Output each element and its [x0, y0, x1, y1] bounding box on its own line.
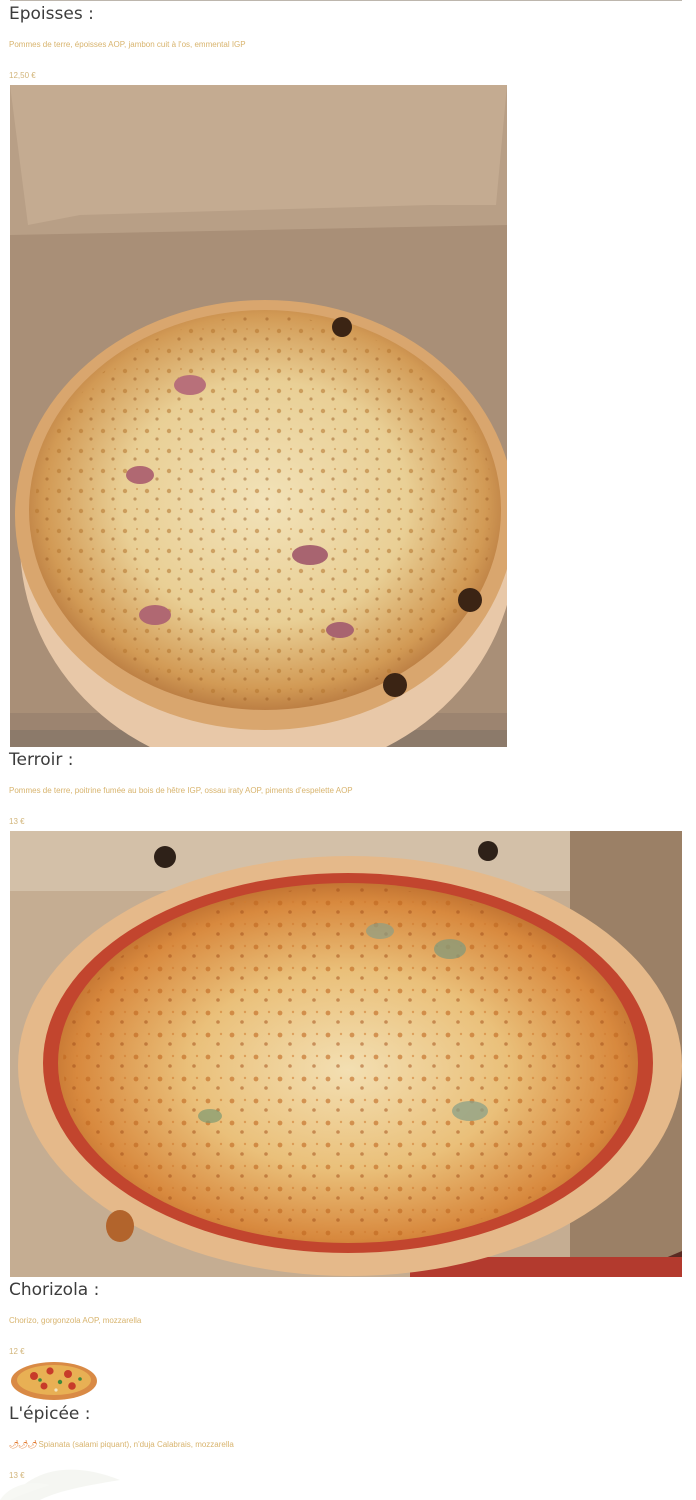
menu-item-description: Pommes de terre, époisses AOP, jambon cu… [9, 40, 246, 49]
menu-item-title: Chorizola : [9, 1280, 100, 1300]
pizza-terroir-photo [10, 831, 682, 1277]
menu-item-title: L'épicée : [9, 1404, 91, 1424]
menu-item-price: 12,50 € [9, 71, 36, 80]
menu-item-title: Epoisses : [9, 4, 94, 24]
pizza-epoisses-photo [10, 85, 507, 747]
menu-item-description: Chorizo, gorgonzola AOP, mozzarella [9, 1316, 142, 1325]
menu-item-title: Terroir : [9, 750, 74, 770]
menu-item-price: 12 € [9, 1347, 25, 1356]
menu-item-description: Pommes de terre, poitrine fumée au bois … [9, 786, 353, 795]
pizza-thumbnail-icon [11, 1362, 97, 1400]
top-divider [10, 0, 682, 1]
decorative-leaf-icon [0, 1469, 120, 1500]
menu-item-price: 13 € [9, 817, 25, 826]
